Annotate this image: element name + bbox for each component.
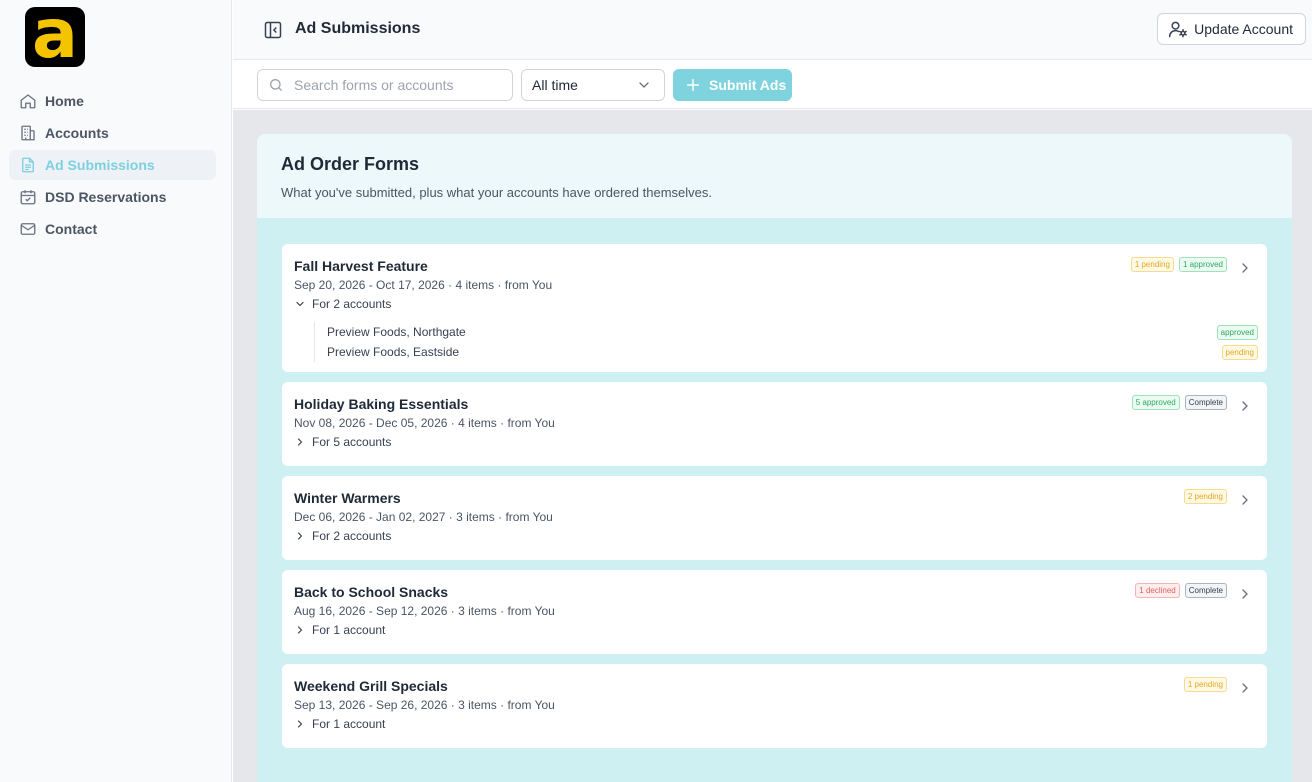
accounts-toggle[interactable]: For 2 accounts — [294, 297, 391, 311]
panel-header: Ad Order Forms What you've submitted, pl… — [257, 134, 1292, 218]
sidebar-item-accounts[interactable]: Accounts — [9, 118, 216, 148]
status-badges: 1 pending 1 approved — [1130, 257, 1227, 272]
panel-title: Ad Order Forms — [281, 154, 420, 174]
sidebar-item-label: Accounts — [45, 125, 109, 141]
status-badges: 1 declined Complete — [1135, 583, 1227, 598]
form-list: Fall Harvest Feature Sep 20, 2026 - Oct … — [282, 244, 1267, 758]
search-icon — [268, 77, 284, 93]
status-badge: 2 pending — [1183, 489, 1227, 504]
chevron-down-icon — [636, 77, 652, 93]
status-badges: 1 pending — [1183, 677, 1227, 692]
sidebar-item-label: Ad Submissions — [45, 157, 155, 173]
status-badge: Complete — [1184, 583, 1227, 598]
logo-mark: a — [32, 7, 78, 67]
accounts-count: For 1 account — [312, 717, 386, 731]
search-box[interactable] — [257, 69, 513, 101]
submit-ads-label: Submit Ads — [709, 77, 787, 93]
sidebar: a Home Accounts Ad Submissions DSD Reser… — [0, 0, 232, 782]
chevron-right-icon — [294, 530, 306, 542]
user-settings-icon — [1168, 19, 1188, 39]
form-card-back-to-school[interactable]: Back to School Snacks Aug 16, 2026 - Sep… — [282, 570, 1267, 654]
form-meta: Aug 16, 2026 - Sep 12, 2026 · 3 items · … — [294, 604, 555, 618]
chevron-right-icon[interactable] — [1237, 586, 1253, 602]
accounts-count: For 1 account — [312, 623, 386, 637]
chevron-right-icon — [294, 436, 306, 448]
chevron-right-icon[interactable] — [1237, 492, 1253, 508]
chevron-right-icon — [294, 624, 306, 636]
sidebar-nav: Home Accounts Ad Submissions DSD Reserva… — [9, 86, 216, 246]
form-title: Weekend Grill Specials — [294, 678, 448, 694]
accounts-toggle[interactable]: For 2 accounts — [294, 529, 391, 543]
sidebar-item-label: Home — [45, 93, 84, 109]
form-title: Winter Warmers — [294, 490, 401, 506]
chevron-right-icon[interactable] — [1237, 398, 1253, 414]
sidebar-item-contact[interactable]: Contact — [9, 214, 216, 244]
chevron-down-icon — [294, 298, 306, 310]
time-filter-value: All time — [532, 77, 578, 93]
update-account-button[interactable]: Update Account — [1157, 13, 1306, 45]
status-badge: approved — [1216, 324, 1258, 340]
document-icon — [19, 156, 37, 174]
form-title: Fall Harvest Feature — [294, 258, 428, 274]
form-meta: Nov 08, 2026 - Dec 05, 2026 · 4 items · … — [294, 416, 555, 430]
status-badge: pending — [1221, 344, 1258, 360]
status-badges: 2 pending — [1183, 489, 1227, 504]
form-card-fall-harvest[interactable]: Fall Harvest Feature Sep 20, 2026 - Oct … — [282, 244, 1267, 372]
sidebar-item-label: Contact — [45, 221, 98, 237]
page-header: Ad Submissions Update Account — [233, 0, 1312, 60]
mail-icon — [19, 220, 37, 238]
status-badge: Complete — [1184, 395, 1227, 410]
account-list: Preview Foods, Northgate approved Previe… — [314, 322, 1258, 362]
submit-ads-button[interactable]: Submit Ads — [673, 69, 792, 101]
accounts-count: For 2 accounts — [312, 529, 392, 543]
form-card-holiday-baking[interactable]: Holiday Baking Essentials Nov 08, 2026 -… — [282, 382, 1267, 466]
status-badge: 1 approved — [1178, 257, 1227, 272]
chevron-right-icon[interactable] — [1237, 680, 1253, 696]
form-title: Back to School Snacks — [294, 584, 449, 600]
sidebar-item-ad-submissions[interactable]: Ad Submissions — [9, 150, 216, 180]
calendar-check-icon — [19, 188, 37, 206]
status-badges: 5 approved Complete — [1131, 395, 1227, 410]
form-meta: Dec 06, 2026 - Jan 02, 2027 · 3 items · … — [294, 510, 553, 524]
form-card-winter-warmers[interactable]: Winter Warmers Dec 06, 2026 - Jan 02, 20… — [282, 476, 1267, 560]
accounts-toggle[interactable]: For 1 account — [294, 623, 385, 637]
status-badge: 1 declined — [1135, 583, 1180, 598]
building-icon — [19, 124, 37, 142]
accounts-count: For 5 accounts — [312, 435, 392, 449]
sidebar-collapse-icon[interactable] — [263, 20, 283, 40]
account-name: Preview Foods, Eastside — [327, 345, 460, 359]
time-filter-select[interactable]: All time — [521, 69, 665, 101]
form-meta: Sep 13, 2026 - Sep 26, 2026 · 3 items · … — [294, 698, 555, 712]
sidebar-item-dsd-reservations[interactable]: DSD Reservations — [9, 182, 216, 212]
accounts-toggle[interactable]: For 1 account — [294, 717, 385, 731]
form-card-weekend-grill[interactable]: Weekend Grill Specials Sep 13, 2026 - Se… — [282, 664, 1267, 748]
plus-icon — [685, 77, 701, 93]
panel-subtitle: What you've submitted, plus what your ac… — [281, 185, 712, 200]
toolbar: All time Submit Ads — [233, 61, 1312, 109]
account-row[interactable]: Preview Foods, Northgate approved — [327, 322, 1258, 342]
form-title: Holiday Baking Essentials — [294, 396, 469, 412]
status-badge: 5 approved — [1131, 395, 1180, 410]
sidebar-item-label: DSD Reservations — [45, 189, 167, 205]
accounts-count: For 2 accounts — [312, 297, 392, 311]
chevron-right-icon[interactable] — [1237, 260, 1253, 276]
sidebar-item-home[interactable]: Home — [9, 86, 216, 116]
chevron-right-icon — [294, 718, 306, 730]
page-title: Ad Submissions — [295, 20, 421, 37]
status-badge: 1 pending — [1130, 257, 1174, 272]
update-account-label: Update Account — [1194, 21, 1293, 37]
search-input[interactable] — [294, 77, 504, 93]
form-meta: Sep 20, 2026 - Oct 17, 2026 · 4 items · … — [294, 278, 553, 292]
account-row[interactable]: Preview Foods, Eastside pending — [327, 342, 1258, 362]
account-name: Preview Foods, Northgate — [327, 325, 466, 339]
accounts-toggle[interactable]: For 5 accounts — [294, 435, 391, 449]
home-icon — [19, 92, 37, 110]
logo[interactable]: a — [25, 7, 85, 67]
status-badge: 1 pending — [1183, 677, 1227, 692]
